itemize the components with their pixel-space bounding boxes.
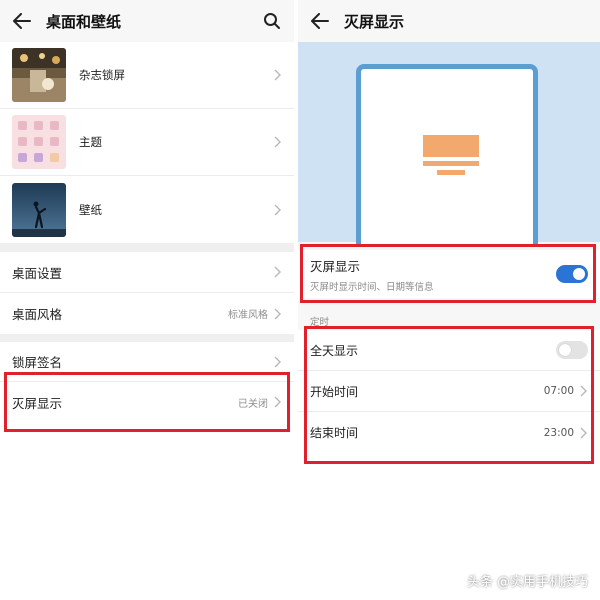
wallpaper-thumbnail bbox=[12, 182, 66, 237]
theme-label: 主题 bbox=[79, 135, 102, 149]
left-header: 桌面和壁纸 bbox=[0, 0, 294, 42]
all-day-switch[interactable] bbox=[556, 341, 588, 359]
chevron-right-icon bbox=[580, 385, 587, 397]
desktop-group: 桌面设置 桌面风格 标准风格 bbox=[0, 252, 294, 334]
chevron-right-icon bbox=[580, 427, 587, 438]
clock-illustration bbox=[423, 135, 479, 157]
schedule-section-label: 定时 bbox=[310, 317, 330, 328]
page-title: 灭屏显示 bbox=[344, 12, 405, 31]
start-time-item[interactable]: 开始时间 07:00 bbox=[298, 371, 600, 412]
aod-toggle-row[interactable]: 灭屏显示 灭屏时显示时间、日期等信息 bbox=[298, 250, 600, 298]
aod-switch[interactable] bbox=[556, 265, 588, 283]
magazine-lockscreen-label: 杂志锁屏 bbox=[79, 68, 125, 82]
desktop-wallpaper-screen: 桌面和壁纸 杂志锁屏 主题 壁纸 桌面设置 桌面风格 标准风格 锁屏签名 灭屏显… bbox=[0, 0, 294, 600]
theme-item[interactable]: 主题 bbox=[0, 109, 294, 176]
chevron-right-icon bbox=[274, 136, 281, 148]
desktop-style-label: 桌面风格 bbox=[12, 307, 63, 322]
phone-illustration bbox=[356, 64, 538, 244]
desktop-settings-item[interactable]: 桌面设置 bbox=[0, 252, 294, 293]
lockscreen-signature-item[interactable]: 锁屏签名 bbox=[0, 342, 294, 382]
always-on-display-status: 已关闭 bbox=[238, 398, 268, 410]
always-on-display-item[interactable]: 灭屏显示 已关闭 bbox=[0, 382, 294, 422]
lockscreen-group: 锁屏签名 灭屏显示 已关闭 bbox=[0, 342, 294, 422]
desktop-style-item[interactable]: 桌面风格 标准风格 bbox=[0, 293, 294, 334]
wallpaper-item[interactable]: 壁纸 bbox=[0, 176, 294, 243]
right-header: 灭屏显示 bbox=[298, 0, 600, 42]
theme-thumbnail bbox=[12, 115, 66, 169]
arrow-left-icon[interactable] bbox=[10, 9, 34, 33]
start-time-label: 开始时间 bbox=[310, 384, 359, 399]
aod-title: 灭屏显示 bbox=[310, 258, 361, 274]
theme-group: 杂志锁屏 主题 壁纸 bbox=[0, 42, 294, 243]
chevron-right-icon bbox=[274, 396, 281, 408]
chevron-right-icon bbox=[274, 204, 281, 215]
desktop-settings-label: 桌面设置 bbox=[12, 265, 63, 281]
always-on-display-screen: 灭屏显示 灭屏显示 灭屏时显示时间、日期等信息 定时 全天显示 开始时间 07:… bbox=[298, 0, 600, 600]
end-time-label: 结束时间 bbox=[310, 426, 359, 440]
magazine-lockscreen-item[interactable]: 杂志锁屏 bbox=[0, 42, 294, 109]
chevron-right-icon bbox=[274, 356, 281, 367]
arrow-left-icon[interactable] bbox=[308, 9, 332, 33]
wallpaper-label: 壁纸 bbox=[79, 202, 102, 217]
end-time-value: 23:00 bbox=[543, 426, 574, 439]
all-day-label: 全天显示 bbox=[310, 343, 359, 358]
magazine-lockscreen-thumbnail bbox=[12, 48, 66, 102]
chevron-right-icon bbox=[274, 69, 281, 81]
start-time-value: 07:00 bbox=[543, 385, 574, 397]
aod-subtitle: 灭屏时显示时间、日期等信息 bbox=[310, 281, 434, 293]
end-time-item[interactable]: 结束时间 23:00 bbox=[298, 412, 600, 453]
page-title: 桌面和壁纸 bbox=[46, 12, 122, 31]
schedule-group: 全天显示 开始时间 07:00 结束时间 23:00 bbox=[298, 330, 600, 453]
desktop-style-value: 标准风格 bbox=[228, 310, 268, 321]
chevron-right-icon bbox=[274, 308, 281, 319]
aod-preview bbox=[298, 42, 600, 244]
chevron-right-icon bbox=[274, 266, 281, 278]
aod-toggle-group: 灭屏显示 灭屏时显示时间、日期等信息 bbox=[298, 250, 600, 298]
always-on-display-label: 灭屏显示 bbox=[12, 395, 63, 411]
search-icon[interactable] bbox=[260, 9, 284, 33]
watermark: 头条 @实用手机技巧 bbox=[466, 575, 588, 590]
lockscreen-signature-label: 锁屏签名 bbox=[12, 355, 63, 370]
all-day-item[interactable]: 全天显示 bbox=[298, 330, 600, 371]
